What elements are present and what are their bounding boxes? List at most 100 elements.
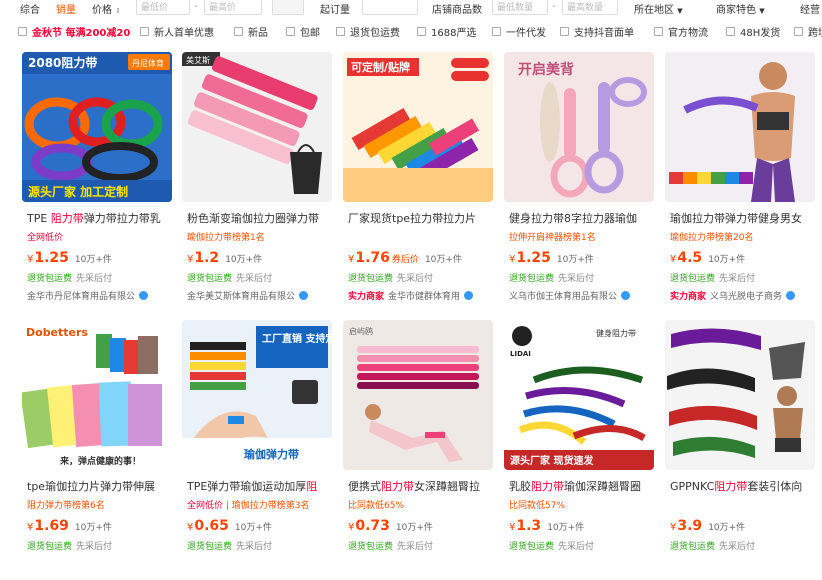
shop-badge-icon	[139, 291, 149, 300]
sort-comprehensive[interactable]: 综合	[20, 1, 40, 16]
chevron-down-icon: ▼	[759, 7, 765, 15]
checkbox[interactable]	[794, 27, 803, 36]
moq-input[interactable]	[362, 0, 418, 15]
image-headline: 2080阻力带	[28, 55, 97, 70]
checkbox[interactable]	[492, 27, 501, 36]
checkbox[interactable]	[726, 27, 735, 36]
business-dropdown[interactable]: 经营	[800, 1, 820, 16]
product-card[interactable]: 启屿鸥 便携式阻力带女深蹲翘臀拉 比同款低65% ¥0.73 10万+件 退货包运…	[343, 320, 493, 580]
product-card[interactable]: GPPNKC阻力带套装引体向 ¥3.9 10万+件 退货包运费 先采后付	[665, 320, 815, 580]
service-tags: 退货包运费 先采后付	[348, 274, 434, 284]
checkbox[interactable]	[234, 27, 243, 36]
product-title[interactable]: TPE 阻力带弹力带拉力带乳	[27, 210, 172, 226]
service-tags: 退货包运费 先采后付	[509, 274, 595, 284]
service-tags: 退货包运费 先采后付	[187, 274, 273, 284]
filter-official-logistics[interactable]: 官方物流	[654, 24, 708, 39]
product-tag: 阻力弹力带榜第6名	[27, 501, 105, 511]
product-image[interactable]: 2080阻力带 丹尼体育 源头厂家 加工定制	[22, 52, 172, 202]
strength-badge: 实力商家	[670, 292, 707, 302]
product-title[interactable]: 瑜伽拉力带弹力带健身男女	[670, 210, 815, 226]
image-headline: 健身阻力带	[596, 328, 636, 338]
product-tag: 比同款低57%	[509, 501, 566, 511]
filter-1688-select[interactable]: 1688严选	[417, 24, 476, 39]
product-card[interactable]: 开启美背 健身拉力带8字拉力器瑜伽 拉伸开肩神器榜第1名 ¥1.25 10万+件 …	[504, 52, 654, 312]
filter-cross-border[interactable]: 跨境	[794, 24, 822, 39]
product-tag: 拉伸开肩神器榜第1名	[509, 233, 596, 243]
product-card[interactable]: 2080阻力带 丹尼体育 源头厂家 加工定制 TPE 阻力带弹力带拉力带乳 全网…	[22, 52, 172, 312]
price-confirm-button[interactable]	[272, 0, 304, 15]
product-image[interactable]: LIDAI 健身阻力带 源头厂家 现货速发	[504, 320, 654, 470]
checkbox[interactable]	[286, 27, 295, 36]
filter-bar: 金秋节 每满200减20 新人首单优惠 新品 包邮 退货包运费 1688严选 一…	[0, 24, 822, 42]
image-headline: 开启美背	[518, 61, 574, 78]
product-title[interactable]: TPE弹力带瑜伽运动加厚阻	[187, 478, 332, 494]
product-card[interactable]: 工厂直销 支持定制 瑜伽弹力带 TPE弹力带瑜伽运动加厚阻 全网低价 | 瑜伽拉…	[182, 320, 332, 580]
product-tag: 瑜伽拉力带榜第20名	[670, 233, 754, 243]
shop-name[interactable]: 实力商家 金华市健群体育用	[348, 289, 474, 302]
product-image[interactable]: 可定制/贴牌	[343, 52, 493, 202]
sort-price[interactable]: 价格 ⇕	[92, 1, 121, 16]
sort-arrows-icon: ⇕	[115, 7, 122, 15]
checkbox[interactable]	[654, 27, 663, 36]
filter-new-user[interactable]: 新人首单优惠	[140, 24, 214, 39]
filter-new[interactable]: 新品	[234, 24, 268, 39]
service-tags: 退货包运费 先采后付	[670, 542, 756, 552]
image-headline: 工厂直销 支持定制	[262, 332, 332, 345]
product-title[interactable]: 健身拉力带8字拉力器瑜伽	[509, 210, 654, 226]
brand-badge: 美艾斯	[186, 55, 210, 65]
product-image[interactable]: 工厂直销 支持定制 瑜伽弹力带	[182, 320, 332, 470]
product-title[interactable]: 便携式阻力带女深蹲翘臀拉	[348, 478, 493, 494]
product-image[interactable]: 开启美背	[504, 52, 654, 202]
product-card[interactable]: LIDAI 健身阻力带 源头厂家 现货速发 乳胶阻力带瑜伽深蹲翘臀圈 比同款低5…	[504, 320, 654, 580]
checkbox[interactable]	[140, 27, 149, 36]
shop-items-label: 店铺商品数	[432, 5, 482, 16]
product-title[interactable]: 乳胶阻力带瑜伽深蹲翘臀圈	[509, 478, 654, 494]
region-dropdown[interactable]: 所在地区 ▼	[634, 1, 683, 16]
image-subtitle: 源头厂家 加工定制	[28, 184, 128, 199]
filter-return-shipping[interactable]: 退货包运费	[336, 24, 400, 39]
product-image[interactable]	[665, 52, 815, 202]
shop-name[interactable]: 金华美艾斯体育用品有限公	[187, 289, 309, 302]
chevron-down-icon: ▼	[677, 7, 683, 15]
product-image[interactable]: 美艾斯	[182, 52, 332, 202]
items-max-input[interactable]: 最高数量	[562, 0, 618, 15]
price-range-dash: -	[194, 1, 198, 12]
product-tag: 瑜伽拉力带榜第1名	[187, 233, 265, 243]
product-card[interactable]: 可定制/贴牌 厂家现货tpe拉力带拉力片 ¥1.76 券后价 10万+件 退货包运费…	[343, 52, 493, 312]
filter-douyin[interactable]: 支持抖音面单	[560, 24, 634, 39]
image-subtitle: 瑜伽弹力带	[244, 447, 299, 461]
product-title[interactable]: GPPNKC阻力带套装引体向	[670, 478, 815, 494]
price-max-input[interactable]: 最高价	[204, 0, 262, 15]
filter-promo[interactable]: 金秋节 每满200减20	[18, 24, 130, 39]
product-price: ¥1.2 10万+件	[187, 250, 263, 266]
strength-badge: 实力商家	[348, 292, 385, 302]
checkbox[interactable]	[560, 27, 569, 36]
merchant-features-dropdown[interactable]: 商家特色 ▼	[716, 1, 765, 16]
product-image[interactable]: 启屿鸥	[343, 320, 493, 470]
sort-sales[interactable]: 销量	[56, 1, 76, 16]
filter-free-shipping[interactable]: 包邮	[286, 24, 320, 39]
product-title[interactable]: 粉色渐变瑜伽拉力圈弹力带	[187, 210, 332, 226]
product-card[interactable]: 美艾斯 粉色渐变瑜伽拉力圈弹力带 瑜伽拉力带榜第1名 ¥1.2 10万+件 退货包…	[182, 52, 332, 312]
product-image[interactable]	[665, 320, 815, 470]
product-price: ¥0.65 10万+件	[187, 518, 272, 534]
service-tags: 退货包运费 先采后付	[348, 542, 434, 552]
price-min-input[interactable]: 最低价	[136, 0, 190, 15]
shop-name[interactable]: 实力商家 义乌光脱电子商务	[670, 289, 796, 302]
shop-name[interactable]: 义乌市伽王体育用品有限公	[509, 289, 631, 302]
checkbox[interactable]	[18, 27, 27, 36]
items-min-input[interactable]: 最低数量	[492, 0, 548, 15]
shop-name[interactable]: 金华市丹尼体育用品有限公	[27, 289, 149, 302]
image-subtitle: 来，弹点健康的事！	[59, 455, 141, 467]
filter-dropship[interactable]: 一件代发	[492, 24, 546, 39]
moq-label: 起订量	[320, 5, 350, 16]
product-card[interactable]: 瑜伽拉力带弹力带健身男女 瑜伽拉力带榜第20名 ¥4.5 10万+件 退货包运费先…	[665, 52, 815, 312]
product-title[interactable]: tpe瑜伽拉力片弹力带伸展	[27, 478, 172, 494]
product-card[interactable]: Dobetters 来，弹点健康的事！ tpe瑜伽拉力片弹力带伸展 阻力弹力带榜…	[22, 320, 172, 580]
checkbox[interactable]	[417, 27, 426, 36]
product-title[interactable]: 厂家现货tpe拉力带拉力片	[348, 210, 493, 226]
checkbox[interactable]	[336, 27, 345, 36]
filter-48h[interactable]: 48H发货	[726, 24, 780, 39]
product-image[interactable]: Dobetters 来，弹点健康的事！	[22, 320, 172, 470]
product-tag: 全网低价	[27, 233, 64, 243]
